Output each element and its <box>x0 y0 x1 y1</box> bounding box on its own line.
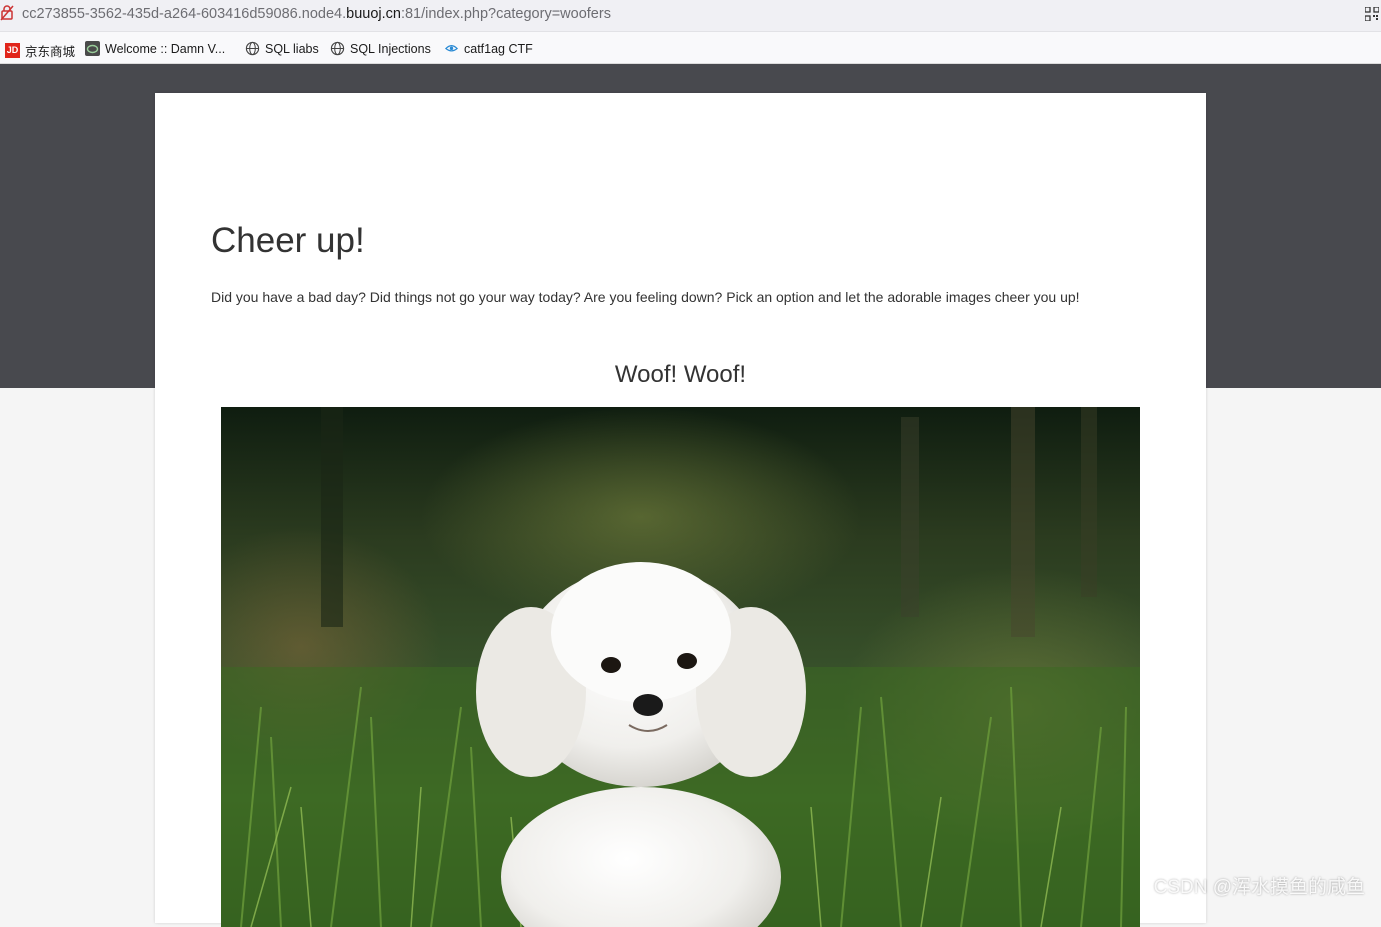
intro-text: Did you have a bad day? Did things not g… <box>211 289 1080 305</box>
page-title: Cheer up! <box>211 221 365 260</box>
address-bar[interactable]: cc273855-3562-435d-a264-603416d59086.nod… <box>0 0 1381 32</box>
bookmarks-bar: JD 京东商城 Welcome :: Damn V... SQL liabs S… <box>0 32 1381 64</box>
bookmark-dvwa[interactable]: Welcome :: Damn V... <box>85 41 225 56</box>
dvwa-icon <box>85 41 100 56</box>
not-secure-icon[interactable] <box>0 5 14 21</box>
bookmark-catf1ag[interactable]: catf1ag CTF <box>444 41 533 56</box>
url-text[interactable]: cc273855-3562-435d-a264-603416d59086.nod… <box>22 6 611 22</box>
globe-icon <box>245 41 260 56</box>
bookmark-jd[interactable]: JD 京东商城 <box>5 41 75 60</box>
bookmark-sql-liabs[interactable]: SQL liabs <box>245 41 319 56</box>
qr-code-icon[interactable] <box>1365 7 1379 21</box>
eye-icon <box>444 45 459 52</box>
jd-icon: JD <box>5 43 20 58</box>
section-heading: Woof! Woof! <box>614 361 747 388</box>
globe-icon <box>330 41 345 56</box>
puppy-photo <box>221 407 1140 927</box>
bookmark-sql-injections[interactable]: SQL Injections <box>330 41 431 56</box>
content-card: Cheer up! Did you have a bad day? Did th… <box>155 93 1206 927</box>
watermark-text: CSDN @浑水摸鱼的咸鱼 <box>1153 877 1365 898</box>
